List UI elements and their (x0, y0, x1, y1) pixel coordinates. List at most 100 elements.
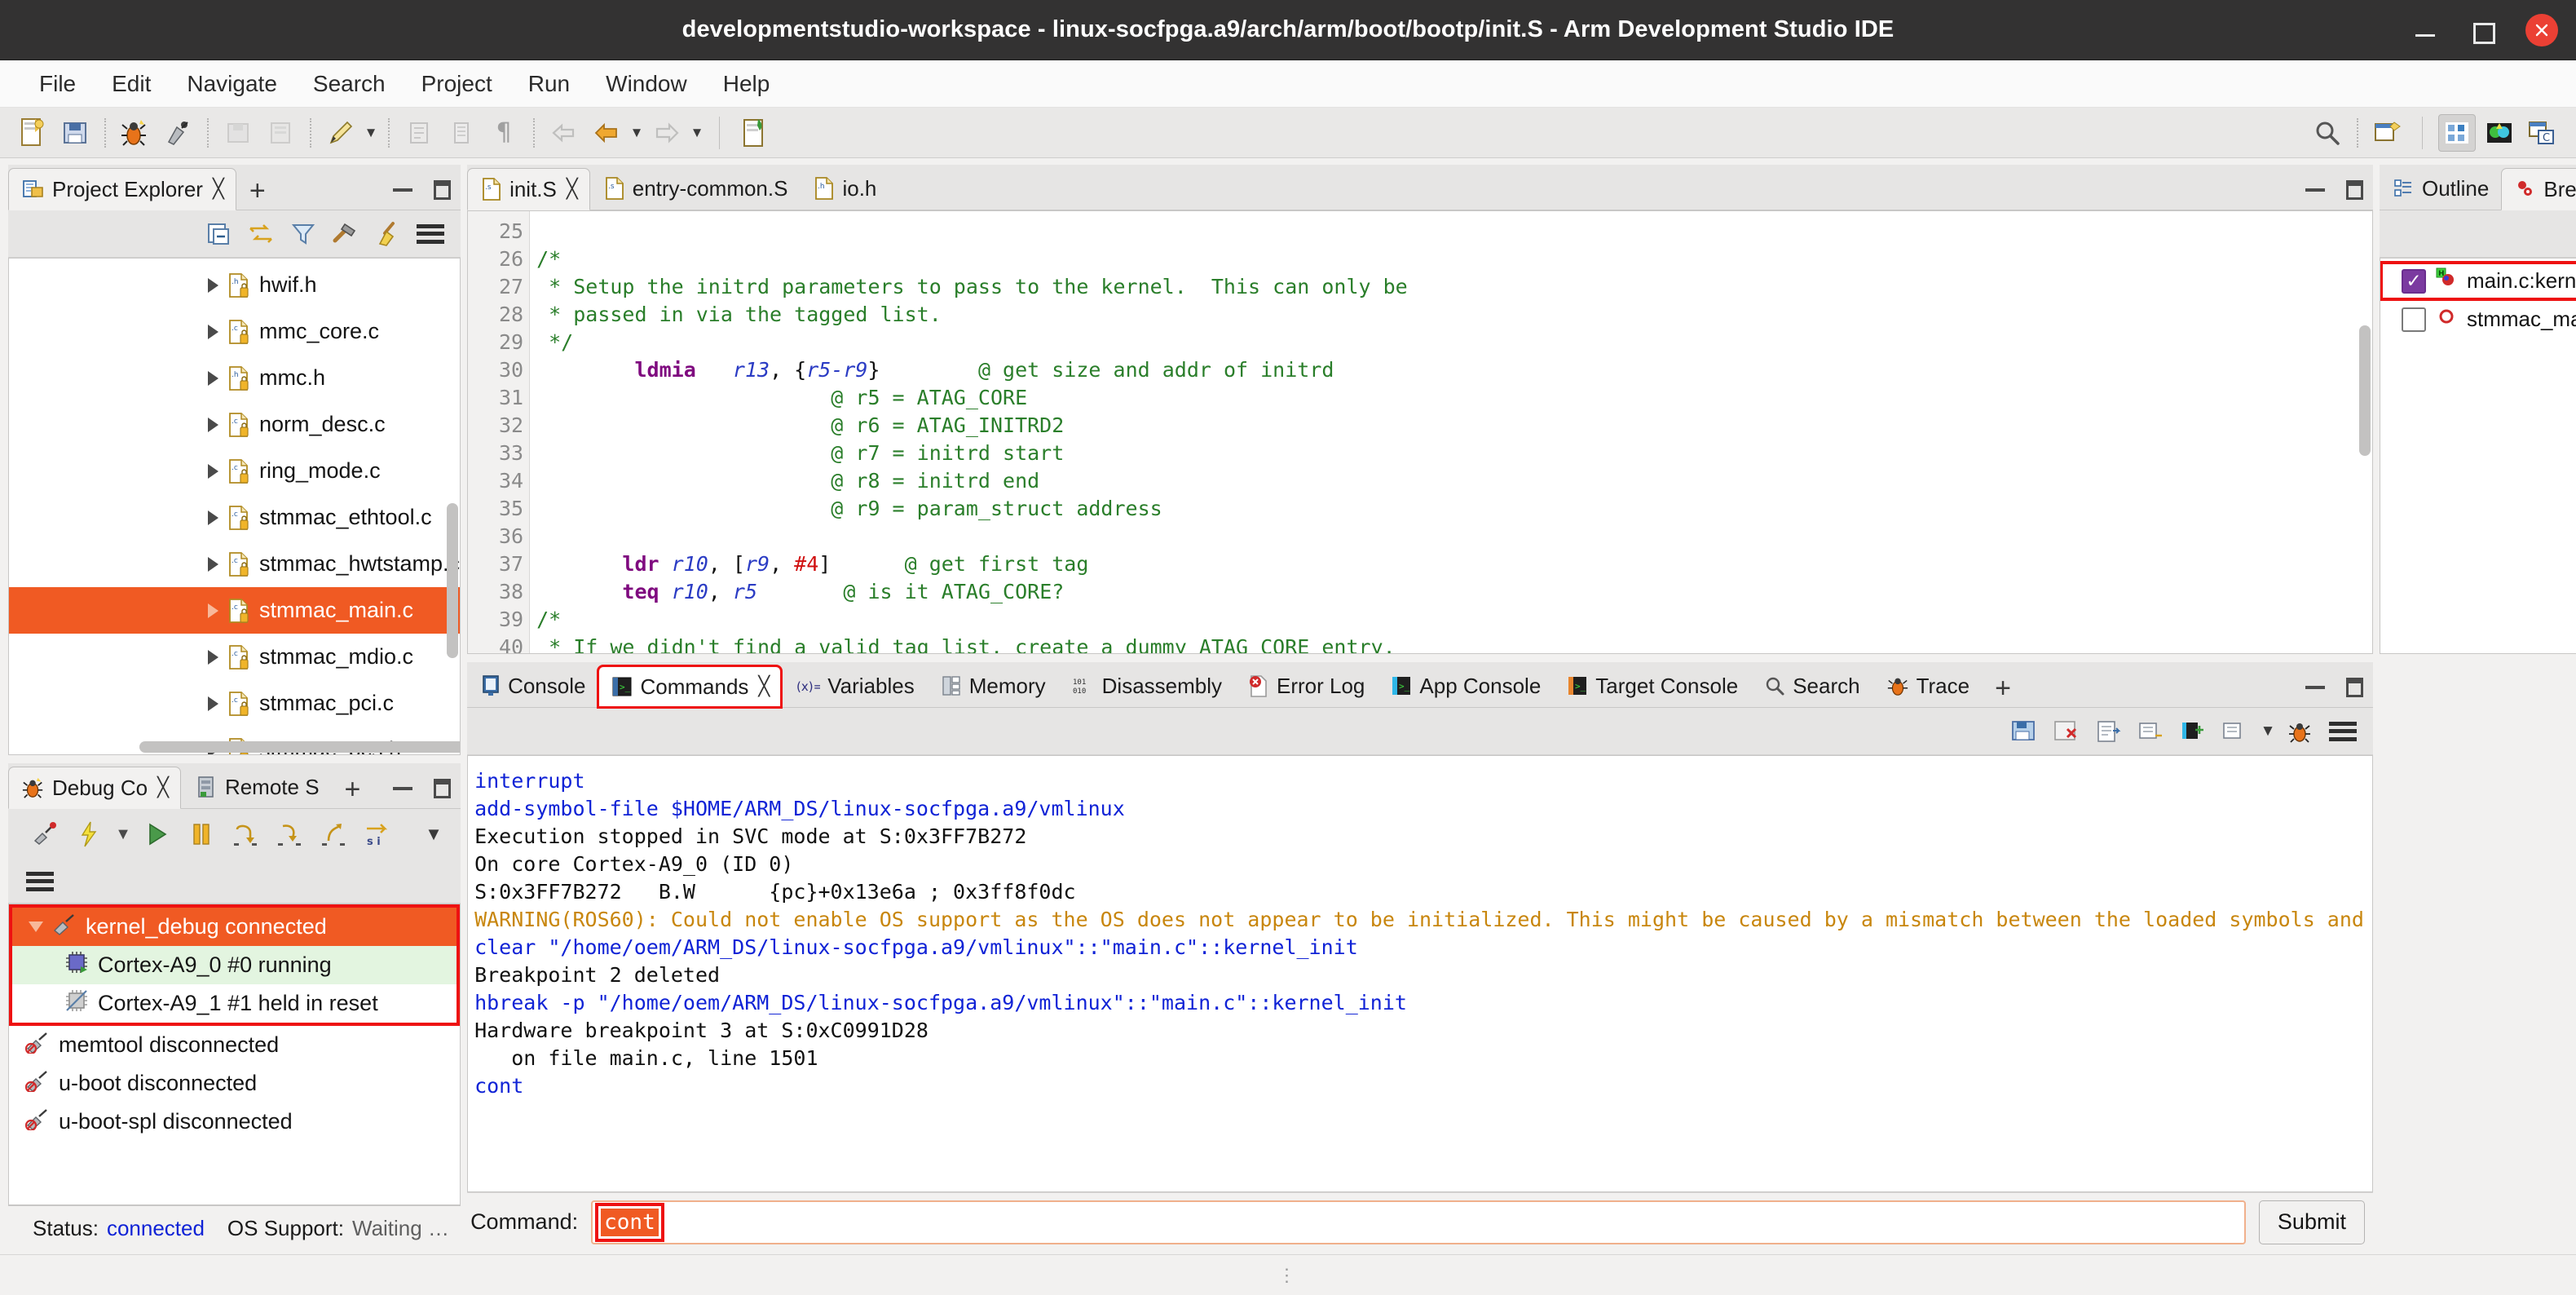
tab-outline[interactable]: Outline (2380, 167, 2501, 210)
back-dropdown[interactable]: ▼ (628, 117, 646, 149)
project-tree-item[interactable]: .c stmmac_mdio.c (9, 634, 460, 680)
tab-project-explorer[interactable]: Project Explorer ╳ (8, 168, 236, 210)
tab-close-icon[interactable]: ╳ (157, 777, 169, 798)
collapse-arrow-icon[interactable] (29, 922, 43, 932)
debug-tree-item[interactable]: memtool disconnected (9, 1026, 460, 1064)
expand-arrow-icon[interactable] (208, 649, 218, 665)
tab-close-icon[interactable]: ╳ (567, 179, 578, 200)
debug-tree-item[interactable]: Cortex-A9_1 #1 held in reset (12, 984, 457, 1023)
tab-commands[interactable]: >_ Commands ╳ (597, 665, 783, 709)
new-config-button[interactable] (735, 114, 773, 152)
tab-app-console[interactable]: >_ App Console (1377, 665, 1553, 707)
tab-memory[interactable]: Memory (927, 665, 1058, 707)
project-tree-item[interactable]: .c ring_mode.c (9, 448, 460, 494)
submit-button[interactable]: Submit (2258, 1200, 2365, 1244)
forward-dropdown[interactable]: ▼ (688, 117, 706, 149)
debug-button[interactable] (117, 114, 154, 152)
minimize-view-icon[interactable] (2305, 188, 2325, 192)
debug-tree-item[interactable]: u-boot disconnected (9, 1064, 460, 1103)
run-flash-button[interactable] (70, 815, 108, 853)
pin-console-button[interactable] (2217, 713, 2254, 750)
debug-tree-item[interactable]: Cortex-A9_0 #0 running (12, 946, 457, 984)
search-button[interactable] (2309, 114, 2346, 152)
edit-marker-dropdown[interactable]: ▼ (362, 117, 380, 149)
expand-arrow-icon[interactable] (208, 510, 218, 525)
tab-variables[interactable]: (x)= Variables (782, 665, 926, 707)
project-tree-item[interactable]: .h mmc.h (9, 355, 460, 401)
tab-remote-systems[interactable]: Remote S (181, 766, 332, 808)
tab-init-s[interactable]: .s init.S ╳ (467, 168, 590, 210)
perspective-c-button[interactable]: C (2523, 114, 2561, 152)
console-dropdown[interactable]: ▼ (2259, 715, 2277, 748)
back-button[interactable] (588, 114, 625, 152)
maximize-view-icon[interactable] (434, 180, 452, 200)
view-menu-button[interactable] (2324, 713, 2362, 750)
minimize-button[interactable] (2411, 16, 2439, 44)
expand-arrow-icon[interactable] (208, 370, 218, 386)
expand-arrow-icon[interactable] (208, 277, 218, 293)
clean-button[interactable] (369, 215, 407, 253)
menu-navigate[interactable]: Navigate (169, 66, 295, 102)
menu-run[interactable]: Run (510, 66, 588, 102)
add-view-button[interactable]: + (1982, 674, 2024, 707)
connect-button[interactable] (26, 815, 64, 853)
tab-search[interactable]: Search (1750, 665, 1872, 707)
editor-vscrollbar[interactable] (2358, 211, 2371, 639)
step-instruction-button[interactable]: s i (359, 815, 396, 853)
collapse-all-button[interactable] (200, 215, 237, 253)
editor-body[interactable]: 2526272829303132333435363738394041 /* * … (467, 210, 2373, 654)
expand-arrow-icon[interactable] (208, 463, 218, 479)
project-tree-hscrollbar[interactable] (9, 741, 461, 753)
print-button[interactable] (262, 114, 299, 152)
maximize-button[interactable] (2468, 16, 2496, 44)
open-perspective-button[interactable] (2369, 114, 2406, 152)
project-tree-item[interactable]: .c stmmac_pci.c (9, 680, 460, 727)
continue-button[interactable] (139, 815, 176, 853)
menu-search[interactable]: Search (295, 66, 404, 102)
project-tree-item[interactable]: .c stmmac_ethtool.c (9, 494, 460, 541)
tab-trace[interactable]: Trace (1872, 665, 1983, 707)
tab-io-h[interactable]: .h io.h (800, 167, 889, 210)
project-tree-item[interactable]: .h hwif.h (9, 262, 460, 308)
debug-console-button[interactable] (2282, 713, 2319, 750)
project-tree-item[interactable]: .c stmmac_hwtstamp.c (9, 541, 460, 587)
breakpoints-list[interactable]: ✓ Hmain.c:kernel_init() @ kernel_init (A3… (2380, 259, 2576, 338)
maximize-view-icon[interactable] (2345, 180, 2363, 200)
debug-session-tree[interactable]: kernel_debug connected Cortex-A9_0 #0 run… (9, 904, 461, 1141)
project-tree[interactable]: .h hwif.h .c mmc_core.c .h mmc.h .c norm_desc.c… (9, 259, 461, 754)
minimize-view-icon[interactable] (393, 188, 413, 192)
edit-marker-button[interactable] (322, 114, 359, 152)
new-file-button[interactable] (14, 114, 51, 152)
breakpoint-checkbox[interactable]: ✓ (2401, 268, 2426, 294)
view-menu-icon[interactable] (26, 871, 54, 891)
resize-grip-icon[interactable]: ⋮ (1278, 1265, 1299, 1286)
breakpoint-checkbox[interactable] (2401, 307, 2426, 332)
clear-console-button[interactable] (2047, 713, 2084, 750)
maximize-view-icon[interactable] (2345, 678, 2363, 697)
run-button[interactable] (159, 114, 196, 152)
breakpoint-row[interactable]: ✓ Hmain.c:kernel_init() @ kernel_init (A3… (2380, 261, 2576, 301)
project-tree-vscrollbar[interactable] (447, 259, 459, 740)
editor-code-area[interactable]: /* * Setup the initrd parameters to pass… (530, 211, 2372, 653)
link-with-editor-button[interactable] (242, 215, 280, 253)
add-view-button[interactable]: + (236, 177, 279, 210)
build-button[interactable] (327, 215, 364, 253)
menu-file[interactable]: File (21, 66, 94, 102)
tab-disassembly[interactable]: 101 010 Disassembly (1058, 665, 1234, 707)
view-menu-button[interactable] (412, 215, 449, 253)
add-view-button[interactable]: + (332, 776, 374, 808)
maximize-view-icon[interactable] (434, 779, 452, 798)
tab-console[interactable]: Console (467, 665, 598, 707)
step-over-button[interactable] (227, 815, 264, 853)
menu-window[interactable]: Window (588, 66, 705, 102)
tab-debug-control[interactable]: Debug Co ╳ (8, 767, 181, 809)
run-dropdown[interactable]: ▼ (114, 818, 132, 851)
tab-target-console[interactable]: >_ Target Console (1553, 665, 1750, 707)
project-tree-item[interactable]: .c norm_desc.c (9, 401, 460, 448)
menu-edit[interactable]: Edit (94, 66, 169, 102)
linked-console-button[interactable] (2132, 713, 2169, 750)
step-into-button[interactable] (271, 815, 308, 853)
open-type-button[interactable] (400, 114, 438, 152)
perspective-develop-button[interactable] (2438, 113, 2476, 152)
save-button[interactable] (56, 114, 94, 152)
